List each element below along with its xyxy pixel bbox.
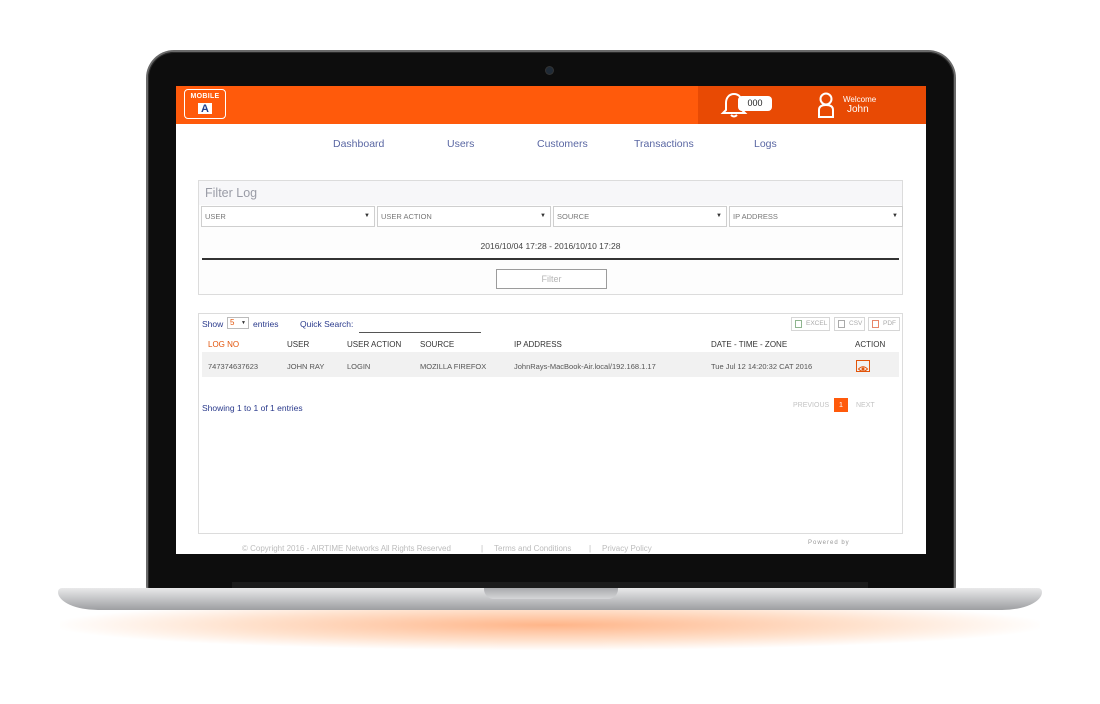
app-screen: MOBILE A 000 Welcome John Dashboard User… [176, 86, 926, 554]
nav-users[interactable]: Users [447, 138, 474, 150]
app-logo[interactable]: MOBILE A [184, 89, 226, 119]
quick-search-input[interactable] [359, 316, 481, 333]
cell-ip-address: JohnRays-MacBook-Air.local/192.168.1.17 [514, 362, 656, 371]
footer-separator: | [481, 544, 484, 553]
column-header-ip-address[interactable]: IP ADDRESS [514, 340, 562, 349]
caret-down-icon: ▼ [241, 320, 246, 326]
footer-privacy-link[interactable]: Privacy Policy [602, 544, 652, 553]
source-select[interactable]: SOURCE ▼ [553, 206, 727, 227]
column-header-log-no[interactable]: LOG NO [208, 340, 239, 349]
filter-log-panel: Filter Log USER ▼ USER ACTION ▼ SOURCE ▼… [198, 180, 903, 295]
user-select[interactable]: USER ▼ [201, 206, 375, 227]
cell-user: JOHN RAY [287, 362, 325, 371]
excel-file-icon [795, 320, 802, 328]
welcome-text: Welcome [843, 95, 877, 104]
user-icon[interactable] [817, 92, 835, 118]
user-action-select[interactable]: USER ACTION ▼ [377, 206, 551, 227]
pager-current-page[interactable]: 1 [834, 398, 848, 412]
entries-label: entries [253, 319, 279, 329]
nav-customers[interactable]: Customers [537, 138, 588, 150]
ip-address-select[interactable]: IP ADDRESS ▼ [729, 206, 903, 227]
powered-by-label: Powered by [808, 540, 850, 546]
csv-file-icon [838, 320, 845, 328]
camera-icon [546, 67, 553, 74]
export-pdf-button[interactable]: PDF [868, 317, 900, 331]
eye-icon [857, 366, 869, 372]
cell-log-no: 747374637623 [208, 362, 259, 371]
footer-copyright: © Copyright 2016 - AIRTIME Networks All … [242, 544, 451, 553]
user-select-label: USER [205, 212, 226, 221]
pager-next[interactable]: NEXT [856, 402, 875, 409]
nav-dashboard[interactable]: Dashboard [333, 138, 384, 150]
notification-count-badge[interactable]: 000 [738, 96, 772, 111]
export-excel-label: EXCEL [806, 320, 828, 327]
filter-log-title: Filter Log [199, 181, 902, 205]
logo-letter: A [198, 103, 212, 115]
cell-user-action: LOGIN [347, 362, 371, 371]
page-size-value: 5 [230, 318, 235, 327]
pager-previous[interactable]: PREVIOUS [793, 402, 829, 409]
cell-source: MOZILLA FIREFOX [420, 362, 487, 371]
date-range-picker[interactable]: 2016/10/04 17:28 - 2016/10/10 17:28 [199, 241, 902, 251]
caret-down-icon: ▼ [716, 213, 722, 219]
laptop-notch [484, 588, 618, 599]
show-label: Show [202, 319, 224, 329]
export-csv-label: CSV [849, 320, 863, 327]
footer-terms-link[interactable]: Terms and Conditions [494, 544, 571, 553]
column-header-user[interactable]: USER [287, 340, 309, 349]
footer-separator: | [589, 544, 592, 553]
cell-date-time-zone: Tue Jul 12 14:20:32 CAT 2016 [711, 362, 813, 371]
column-header-source[interactable]: SOURCE [420, 340, 454, 349]
main-nav: Dashboard Users Customers Transactions L… [176, 138, 926, 152]
column-header-user-action[interactable]: USER ACTION [347, 340, 401, 349]
export-csv-button[interactable]: CSV [834, 317, 865, 331]
caret-down-icon: ▼ [364, 213, 370, 219]
filter-button[interactable]: Filter [496, 269, 607, 289]
date-range-underline [202, 258, 899, 260]
pdf-file-icon [872, 320, 879, 328]
table-row[interactable]: 747374637623 JOHN RAY LOGIN MOZILLA FIRE… [202, 352, 899, 377]
table-summary: Showing 1 to 1 of 1 entries [202, 403, 303, 413]
log-table-panel: Show 5 ▼ entries Quick Search: EXCEL CSV… [198, 313, 903, 534]
logo-word: MOBILE [190, 93, 220, 100]
column-header-action: ACTION [855, 340, 886, 349]
view-button[interactable] [856, 360, 870, 372]
column-header-date-time-zone[interactable]: DATE - TIME - ZONE [711, 340, 787, 349]
export-excel-button[interactable]: EXCEL [791, 317, 830, 331]
ip-address-select-label: IP ADDRESS [733, 212, 778, 221]
nav-logs[interactable]: Logs [754, 138, 777, 150]
page-size-select[interactable]: 5 ▼ [227, 317, 249, 329]
username-label[interactable]: John [847, 104, 869, 115]
caret-down-icon: ▼ [540, 213, 546, 219]
user-action-select-label: USER ACTION [381, 212, 432, 221]
export-pdf-label: PDF [883, 320, 896, 327]
source-select-label: SOURCE [557, 212, 590, 221]
nav-transactions[interactable]: Transactions [634, 138, 694, 150]
caret-down-icon: ▼ [892, 213, 898, 219]
quick-search-label: Quick Search: [300, 319, 354, 329]
